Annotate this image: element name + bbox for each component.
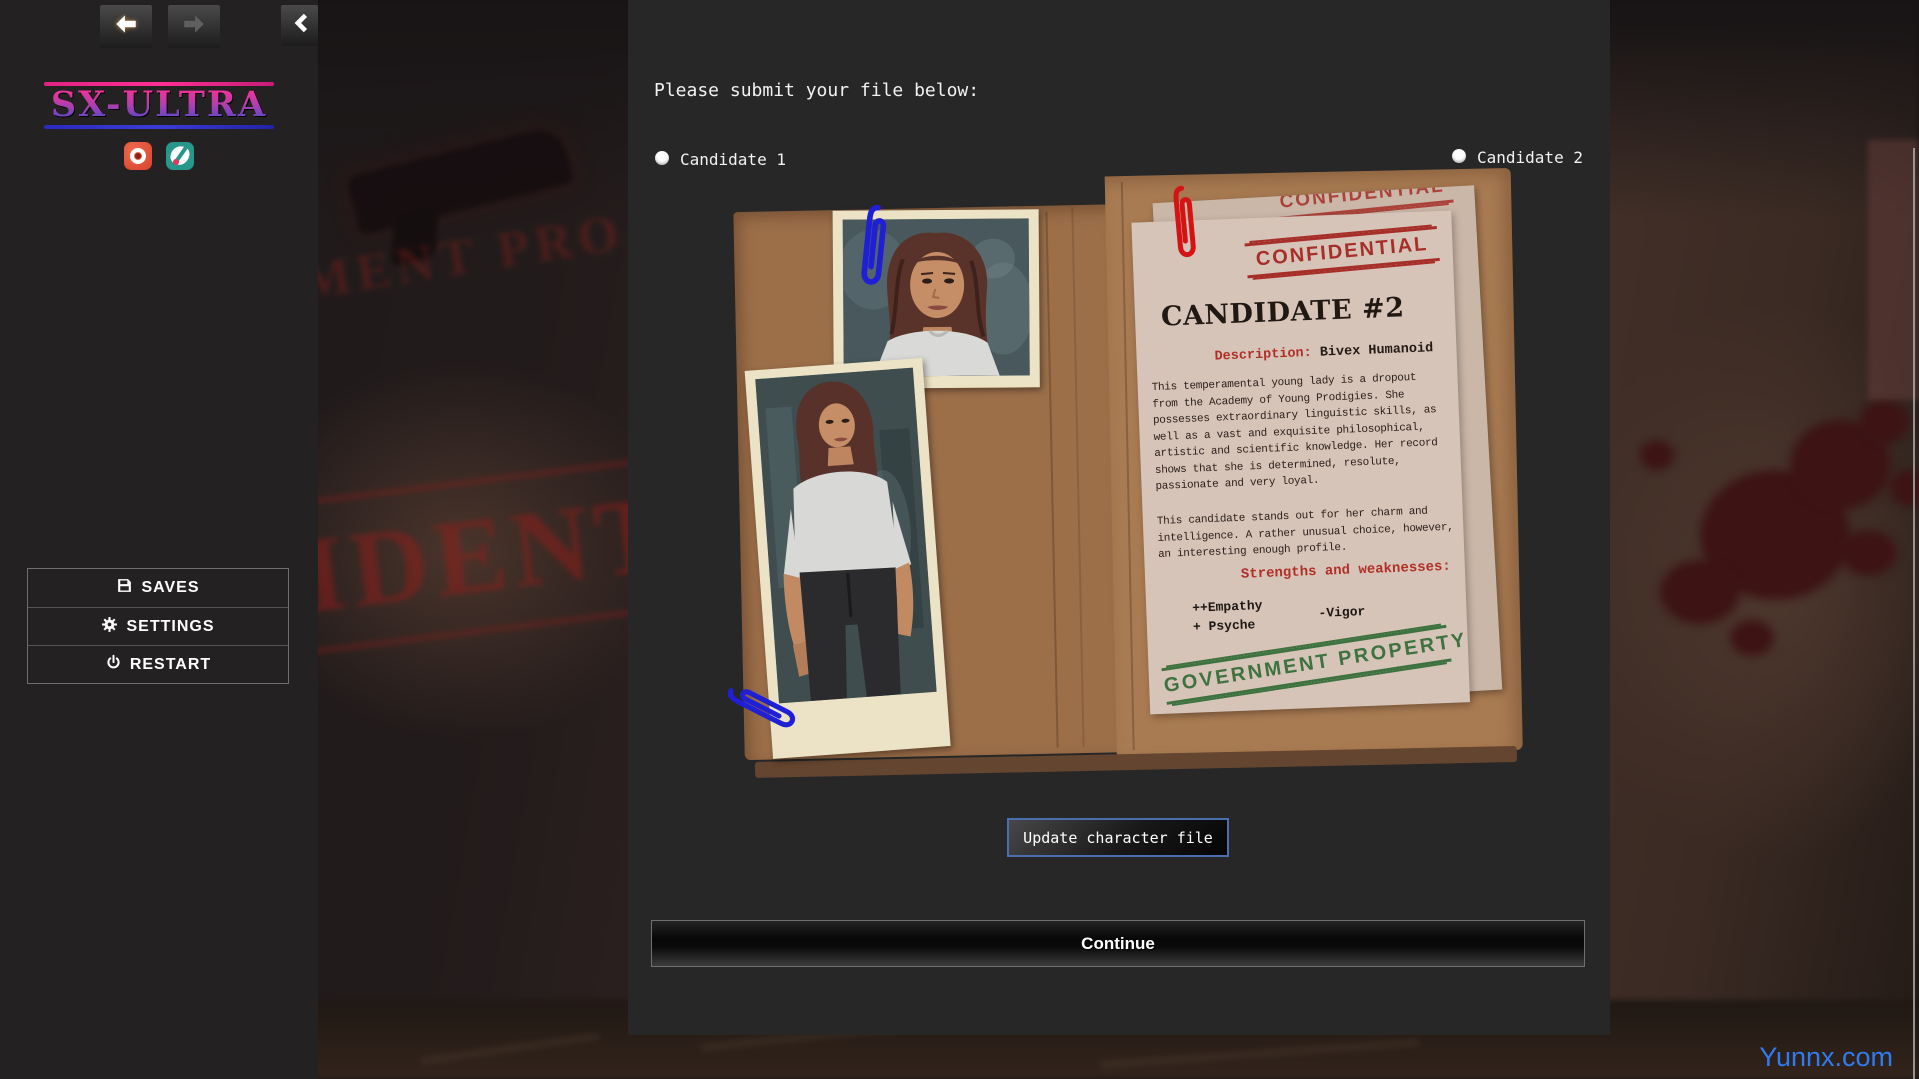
power-icon — [105, 654, 122, 676]
restart-label: RESTART — [130, 656, 211, 674]
blood-splatter — [1840, 530, 1896, 576]
confidential-stamp: CONFIDENTIAL — [1245, 226, 1440, 278]
gear-icon — [101, 616, 118, 638]
back-arrow-icon — [113, 11, 139, 42]
chevron-left-icon — [287, 10, 313, 41]
blood-splatter — [1860, 400, 1908, 444]
dossier-paragraph: This candidate stands out for her charm … — [1157, 503, 1457, 564]
continue-button[interactable]: Continue — [651, 920, 1585, 967]
logo-text: SX-ULTRA — [44, 86, 274, 124]
strengths-heading: Strengths and weaknesses: — [1241, 559, 1452, 583]
watermark-text: Yunnx.com — [1759, 1042, 1893, 1073]
collapse-sidebar-button[interactable] — [281, 5, 318, 46]
candidate-1-radio[interactable] — [655, 151, 669, 165]
sidebar-menu: SAVES — [27, 568, 289, 684]
saves-label: SAVES — [141, 579, 199, 597]
candidate-2-radio[interactable] — [1452, 149, 1466, 163]
background-paper-edge — [1868, 140, 1919, 400]
app-store-icon[interactable] — [166, 142, 194, 170]
prompt-text: Please submit your file below: — [654, 80, 979, 101]
settings-label: SETTINGS — [126, 618, 214, 636]
settings-button[interactable]: SETTINGS — [28, 607, 288, 645]
app-icon-pip — [173, 159, 179, 165]
dossier-description-line: Description: Bivex Humanoid — [1214, 341, 1433, 364]
dossier-title: CANDIDATE #2 — [1160, 292, 1405, 332]
forward-arrow-icon — [181, 11, 207, 42]
game-logo: SX-ULTRA — [44, 82, 274, 129]
patreon-dot — [135, 153, 141, 159]
game-screen: MENT PRO IDENT NMENT P Please submit you… — [0, 0, 1919, 1079]
candidate-1-label[interactable]: Candidate 1 — [680, 150, 786, 169]
restart-button[interactable]: RESTART — [28, 645, 288, 683]
dossier-front-page: CONFIDENTIAL CANDIDATE #2 Description: B… — [1131, 210, 1470, 714]
blood-splatter — [1640, 440, 1674, 470]
patreon-icon[interactable] — [124, 142, 152, 170]
government-property-stamp: GOVERNMENT PROPERTY — [1161, 625, 1451, 705]
saves-button[interactable]: SAVES — [28, 569, 288, 607]
blood-splatter — [1660, 560, 1740, 624]
strengths-list: ++Empathy + Psyche — [1192, 596, 1264, 637]
forward-button[interactable] — [168, 5, 220, 48]
dossier-paragraph: This temperamental young lady is a dropo… — [1151, 369, 1453, 496]
back-button[interactable] — [100, 5, 152, 48]
body-illustration — [755, 368, 936, 704]
save-icon — [116, 577, 133, 599]
description-label: Description: — [1214, 346, 1312, 365]
description-value: Bivex Humanoid — [1320, 341, 1434, 360]
scrollbar[interactable] — [1913, 148, 1915, 1079]
blood-splatter — [1730, 620, 1774, 656]
update-character-file-button[interactable]: Update character file — [1007, 818, 1229, 857]
logo-bottom-bar — [44, 125, 274, 129]
sidebar: SX-ULTRA SAVES — [0, 0, 318, 1079]
weaknesses-list: -Vigor — [1318, 602, 1366, 623]
candidate-dossier-folder: CONFIDENTIAL CONFIDENTIAL CANDIDATE #2 D… — [729, 162, 1532, 793]
